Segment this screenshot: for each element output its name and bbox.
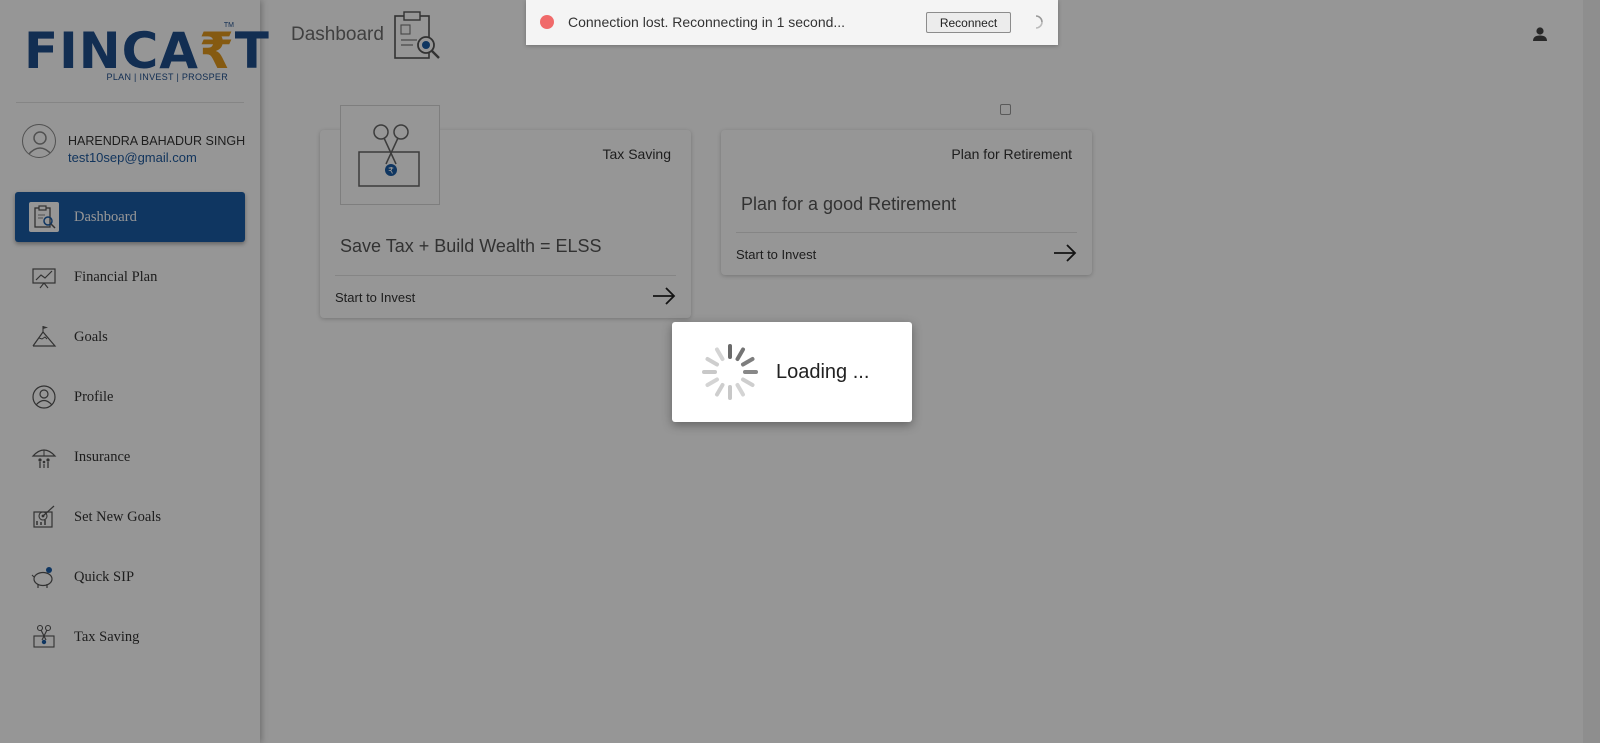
spinner-ray	[735, 382, 745, 397]
reconnect-button[interactable]: Reconnect	[926, 12, 1011, 33]
spinner-ray	[740, 377, 755, 387]
loading-spinner-icon	[702, 344, 758, 400]
connection-message: Connection lost. Reconnecting in 1 secon…	[568, 14, 846, 30]
spinner-ray	[705, 377, 720, 387]
reconnecting-spinner-icon	[1028, 14, 1044, 30]
spinner-ray	[735, 347, 745, 362]
spinner-ray	[715, 382, 725, 397]
spinner-ray	[740, 357, 755, 367]
spinner-ray	[705, 357, 720, 367]
connection-banner: Connection lost. Reconnecting in 1 secon…	[526, 0, 1058, 45]
loading-dialog: Loading ...	[672, 322, 912, 422]
spinner-ray	[715, 347, 725, 362]
loading-text: Loading ...	[776, 361, 870, 383]
connection-error-dot	[540, 15, 554, 29]
